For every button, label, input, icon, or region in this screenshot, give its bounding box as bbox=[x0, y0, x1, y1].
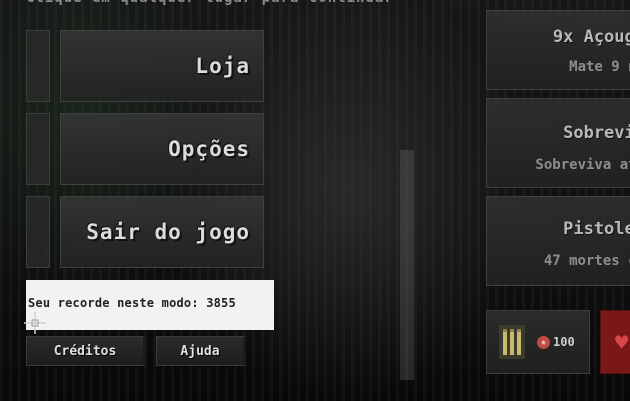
help-button-label: Ajuda bbox=[180, 344, 220, 359]
options-button-label: Opções bbox=[168, 137, 250, 161]
ammo-price: 100 bbox=[553, 335, 575, 349]
shop-button[interactable]: Loja bbox=[26, 30, 264, 102]
background-pillar bbox=[400, 150, 414, 380]
ammo-icon bbox=[499, 325, 525, 359]
crosshair-cursor-icon bbox=[24, 312, 46, 334]
credits-button[interactable]: Créditos bbox=[26, 336, 146, 366]
options-button-stub bbox=[26, 113, 50, 185]
achievement-title: Pistolei bbox=[563, 219, 630, 239]
shop-button-label: Loja bbox=[195, 54, 250, 78]
continue-hint: Clique em qualquer lugar para continuar bbox=[26, 0, 394, 8]
shop-button-stub bbox=[26, 30, 50, 102]
achievement-card: 9x Açougu Mate 9 na bbox=[486, 10, 630, 90]
quit-game-button[interactable]: Sair do jogo bbox=[26, 196, 264, 268]
achievement-card: Pistolei 47 mortes co bbox=[486, 196, 630, 286]
achievement-title: Sobreviv bbox=[563, 123, 630, 143]
achievement-title: 9x Açougu bbox=[552, 27, 630, 47]
achievement-card: Sobreviv Sobreviva até bbox=[486, 98, 630, 188]
heart-icon: ♥ bbox=[615, 331, 629, 356]
help-button[interactable]: Ajuda bbox=[156, 336, 246, 366]
coin-icon: ★ bbox=[537, 336, 550, 349]
shop-item-health[interactable]: ♥ bbox=[600, 310, 630, 374]
shop-item-ammo[interactable]: ★ 100 bbox=[486, 310, 590, 374]
achievement-desc: 47 mortes co bbox=[543, 253, 630, 269]
record-panel: Seu recorde neste modo: 3855 bbox=[26, 280, 274, 330]
credits-button-label: Créditos bbox=[53, 344, 117, 359]
quit-button-label: Sair do jogo bbox=[86, 220, 250, 244]
achievement-desc: Sobreviva até bbox=[535, 157, 630, 173]
achievement-desc: Mate 9 na bbox=[569, 59, 630, 75]
options-button[interactable]: Opções bbox=[26, 113, 264, 185]
record-text: Seu recorde neste modo: 3855 bbox=[28, 296, 236, 310]
quit-button-stub bbox=[26, 196, 50, 268]
